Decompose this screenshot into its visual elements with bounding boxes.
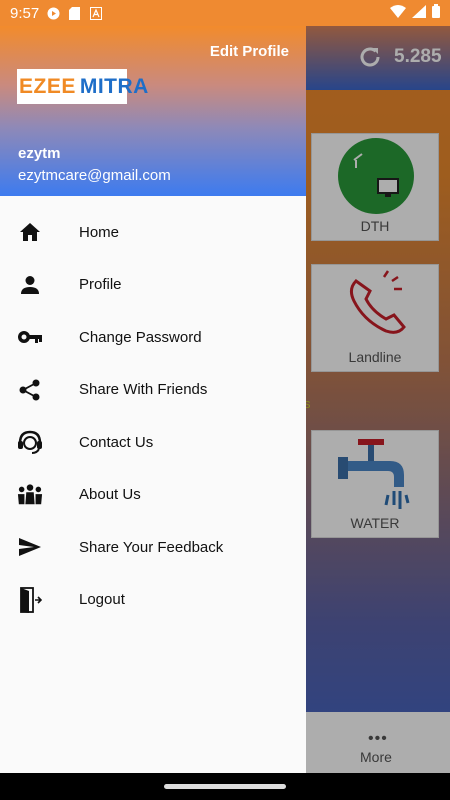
menu-label-home: Home xyxy=(79,223,120,241)
status-time: 9:57 xyxy=(10,4,40,22)
menu-label-share-with-friends: Share With Friends xyxy=(79,381,208,399)
ezee-mitra-logo: EZEE MITRA xyxy=(17,69,148,104)
home-icon xyxy=(17,219,43,245)
menu-label-logout: Logout xyxy=(79,591,125,609)
drawer-header: Edit Profile EZEE MITRA ezytm ezytmcare@… xyxy=(0,26,306,196)
menu-label-share-feedback: Share Your Feedback xyxy=(79,538,224,556)
menu-item-share-with-friends[interactable]: Share With Friends xyxy=(0,364,306,417)
menu-label-about-us: About Us xyxy=(79,486,141,504)
text-a-icon xyxy=(89,6,102,20)
menu-item-logout[interactable]: Logout xyxy=(0,574,306,627)
sd-card-icon xyxy=(68,6,81,20)
logo-text-mitra: MITRA xyxy=(79,74,149,98)
menu-label-profile: Profile xyxy=(79,276,122,294)
group-icon xyxy=(17,482,43,508)
menu-item-about-us[interactable]: About Us xyxy=(0,469,306,522)
menu-item-contact-us[interactable]: Contact Us xyxy=(0,416,306,469)
menu-item-change-password[interactable]: Change Password xyxy=(0,311,306,364)
menu-item-share-feedback[interactable]: Share Your Feedback xyxy=(0,521,306,574)
drawer-menu: Home Profile Change Password Share With … xyxy=(0,206,306,626)
headset-icon xyxy=(17,429,43,455)
signal-icon xyxy=(412,4,426,22)
home-gesture-handle[interactable] xyxy=(164,784,286,789)
menu-item-profile[interactable]: Profile xyxy=(0,259,306,312)
share-icon xyxy=(17,377,43,403)
notification-play-icon xyxy=(47,7,60,20)
menu-label-contact-us: Contact Us xyxy=(79,433,154,451)
battery-icon xyxy=(432,4,440,22)
edit-profile-link[interactable]: Edit Profile xyxy=(210,43,289,60)
status-bar: 9:57 xyxy=(0,0,450,26)
navigation-drawer: Edit Profile EZEE MITRA ezytm ezytmcare@… xyxy=(0,26,306,773)
send-icon xyxy=(17,534,43,560)
system-navigation-bar xyxy=(0,773,450,800)
logo-text-ezee: EZEE xyxy=(19,74,76,98)
person-icon xyxy=(17,272,43,298)
user-email: ezytmcare@gmail.com xyxy=(18,167,171,184)
key-icon xyxy=(17,324,43,350)
wifi-icon xyxy=(390,4,406,22)
menu-label-change-password: Change Password xyxy=(79,328,202,346)
user-name: ezytm xyxy=(18,145,61,162)
menu-item-home[interactable]: Home xyxy=(0,206,306,259)
logout-icon xyxy=(17,586,43,613)
